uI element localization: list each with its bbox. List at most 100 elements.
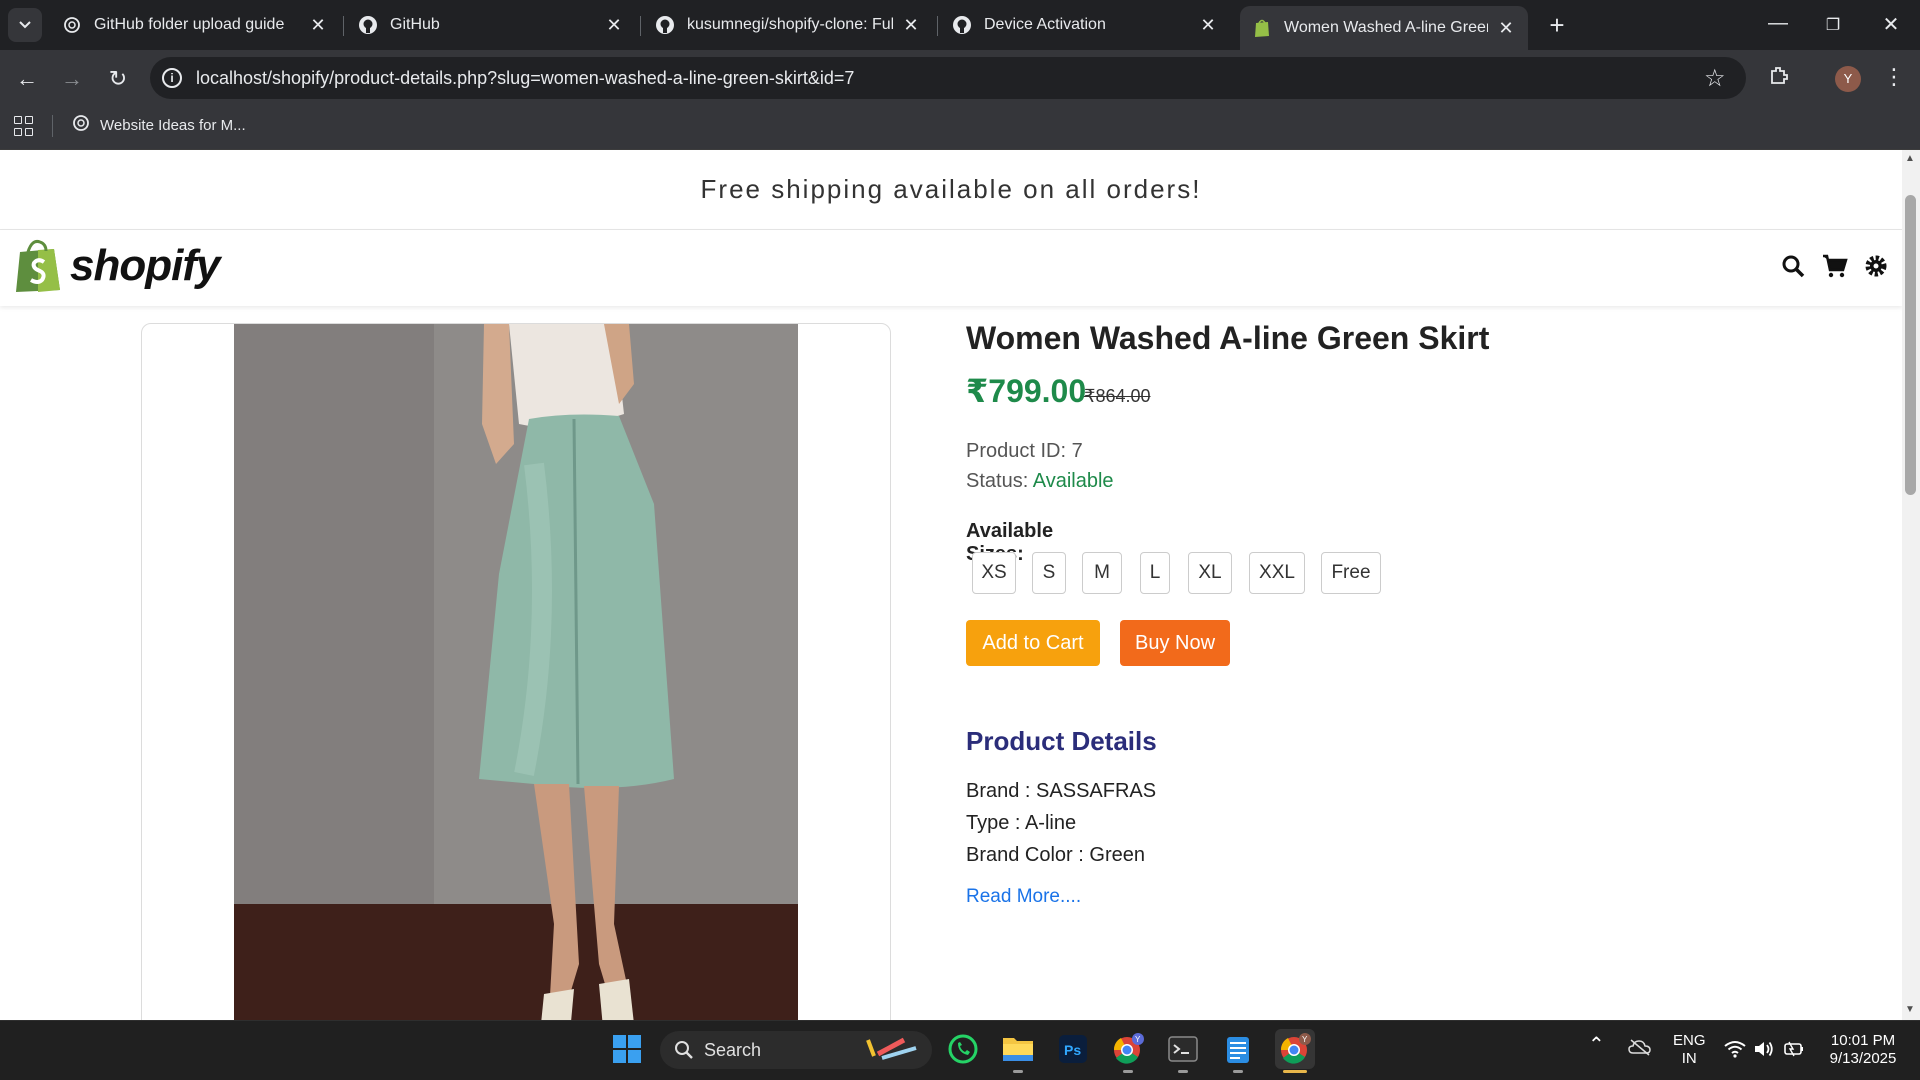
product-id-value: 7: [1071, 440, 1083, 462]
apps-grid-icon[interactable]: [14, 116, 34, 136]
more-menu-icon[interactable]: ⋮: [1883, 64, 1905, 90]
wifi-icon[interactable]: [1724, 1040, 1746, 1063]
running-indicator: [1178, 1070, 1188, 1073]
terminal-icon[interactable]: [1165, 1031, 1201, 1067]
file-explorer-icon[interactable]: [1000, 1031, 1036, 1067]
add-to-cart-button[interactable]: Add to Cart: [966, 620, 1100, 666]
minimize-icon[interactable]: —: [1758, 12, 1798, 35]
site-info-icon[interactable]: i: [162, 68, 182, 88]
restore-icon[interactable]: ❐: [1813, 15, 1853, 35]
openai-icon: [72, 114, 90, 136]
detail-value: A-line: [1024, 812, 1077, 834]
product-photo[interactable]: [234, 324, 798, 1020]
github-icon: [655, 15, 675, 35]
url-text[interactable]: localhost/shopify/product-details.php?sl…: [196, 68, 854, 89]
product-id-label: Product ID:: [966, 440, 1067, 462]
tab-divider: [343, 16, 344, 36]
onedrive-offline-icon[interactable]: [1628, 1038, 1652, 1061]
github-icon: [952, 15, 972, 35]
tab-divider: [937, 16, 938, 36]
size-option-xxl[interactable]: XXL: [1249, 552, 1305, 594]
browser-tab-1[interactable]: GitHub folder upload guide ✕: [50, 6, 340, 44]
chrome-active-icon[interactable]: Y: [1275, 1029, 1315, 1069]
back-arrow-icon[interactable]: ←: [12, 66, 42, 92]
close-tab-icon[interactable]: ✕: [308, 15, 328, 36]
profile-avatar[interactable]: Y: [1835, 66, 1861, 92]
tab-title: kusumnegi/shopify-clone: Full-s: [687, 16, 893, 33]
browser-tab-3[interactable]: kusumnegi/shopify-clone: Full-s ✕: [643, 6, 933, 44]
close-tab-icon[interactable]: ✕: [604, 15, 624, 36]
size-option-l[interactable]: L: [1140, 552, 1170, 594]
shopify-icon: [1252, 18, 1272, 38]
detail-row-type: Type : A-line: [966, 812, 1076, 835]
github-icon: [358, 15, 378, 35]
detail-label: Brand :: [966, 780, 1031, 802]
read-more-link[interactable]: Read More....: [966, 886, 1081, 908]
forward-arrow-icon[interactable]: →: [57, 66, 87, 92]
gear-icon[interactable]: [1864, 254, 1890, 280]
chrome-profile-icon[interactable]: Y: [1110, 1031, 1146, 1067]
tab-title: GitHub: [390, 16, 440, 33]
running-indicator: [1233, 1070, 1243, 1073]
reload-icon[interactable]: ↻: [103, 66, 133, 92]
extensions-icon[interactable]: [1768, 64, 1790, 92]
clock[interactable]: 10:01 PM 9/13/2025: [1822, 1032, 1904, 1068]
size-option-m[interactable]: M: [1082, 552, 1122, 594]
bookmark-label: Website Ideas for M...: [100, 116, 246, 134]
svg-text:Ps: Ps: [1064, 1042, 1081, 1058]
detail-row-brand: Brand : SASSAFRAS: [966, 780, 1156, 803]
running-indicator: [1013, 1070, 1023, 1073]
close-tab-icon[interactable]: ✕: [901, 15, 921, 36]
svg-text:Y: Y: [1302, 1035, 1308, 1044]
volume-icon[interactable]: [1753, 1040, 1775, 1063]
size-option-xs[interactable]: XS: [972, 552, 1016, 594]
product-old-price: ₹864.00: [1084, 386, 1151, 406]
running-indicator: [1123, 1070, 1133, 1073]
show-hidden-icons[interactable]: ⌃: [1588, 1035, 1605, 1055]
announcement-bar: Free shipping available on all orders!: [0, 150, 1902, 230]
bookmark-item[interactable]: Website Ideas for M...: [72, 114, 246, 136]
tab-search-button[interactable]: [8, 8, 42, 42]
scrollbar-thumb[interactable]: [1905, 195, 1916, 495]
new-tab-button[interactable]: +: [1542, 10, 1572, 41]
search-icon[interactable]: [1781, 254, 1807, 280]
close-tab-icon[interactable]: ✕: [1496, 18, 1516, 39]
buy-now-button[interactable]: Buy Now: [1120, 620, 1230, 666]
detail-label: Brand Color :: [966, 844, 1084, 866]
clock-time: 10:01 PM: [1830, 1032, 1896, 1049]
size-option-xl[interactable]: XL: [1188, 552, 1232, 594]
scroll-down-arrow-icon[interactable]: ▼: [1905, 1004, 1915, 1015]
product-details-heading: Product Details: [966, 726, 1157, 756]
close-tab-icon[interactable]: ✕: [1198, 15, 1218, 36]
size-option-free[interactable]: Free: [1321, 552, 1381, 594]
notepad-icon[interactable]: [1220, 1031, 1256, 1067]
language-top: ENG: [1673, 1032, 1706, 1049]
language-indicator[interactable]: ENG IN: [1673, 1032, 1706, 1068]
taskbar-search[interactable]: Search: [660, 1031, 932, 1069]
cart-icon[interactable]: [1822, 254, 1848, 280]
size-option-s[interactable]: S: [1032, 552, 1066, 594]
photoshop-icon[interactable]: Ps: [1055, 1031, 1091, 1067]
bookmark-star-icon[interactable]: ☆: [1704, 64, 1726, 93]
whatsapp-icon[interactable]: [945, 1031, 981, 1067]
svg-text:Y: Y: [1135, 1035, 1141, 1044]
size-options: XS S M L XL XXL Free: [972, 552, 1381, 594]
product-price: ₹799.00: [966, 373, 1087, 409]
tab-divider: [640, 16, 641, 36]
scroll-up-arrow-icon[interactable]: ▲: [1905, 153, 1915, 164]
active-indicator: [1283, 1070, 1307, 1073]
battery-icon[interactable]: [1783, 1040, 1805, 1063]
product-image-card: [141, 323, 891, 1020]
browser-tab-active[interactable]: Women Washed A-line Green S ✕: [1240, 6, 1528, 50]
site-logo[interactable]: shopify: [14, 238, 220, 294]
shopify-bag-icon: [16, 240, 60, 292]
browser-tab-4[interactable]: Device Activation ✕: [940, 6, 1230, 44]
detail-label: Type :: [966, 812, 1021, 834]
clock-date: 9/13/2025: [1829, 1050, 1897, 1067]
browser-tab-2[interactable]: GitHub ✕: [346, 6, 636, 44]
logo-text: shopify: [70, 241, 220, 290]
product-status-value: Available: [1032, 470, 1114, 492]
close-window-icon[interactable]: ✕: [1871, 12, 1911, 37]
windows-start-icon[interactable]: [609, 1031, 645, 1067]
detail-value: Green: [1089, 844, 1145, 866]
